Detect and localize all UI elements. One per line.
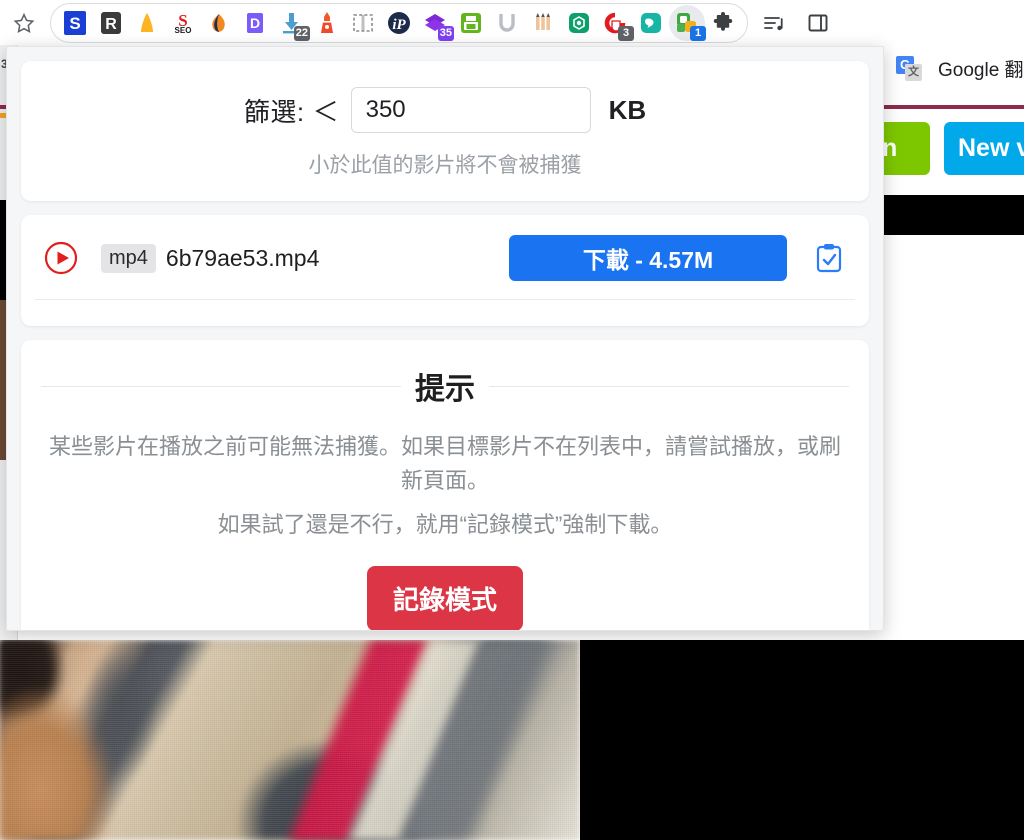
- red-play-circle-icon[interactable]: [43, 240, 79, 276]
- extensions-pinned-pill: S R S SEO D 22 iP 35 3 1: [50, 2, 748, 43]
- record-button-wrap: 記錄模式: [41, 566, 849, 630]
- filter-unit-label: KB: [608, 94, 647, 125]
- screen-root: 3 G文 Google 翻譯 n New v: [0, 0, 1024, 840]
- clipboard-check-icon[interactable]: [811, 240, 847, 276]
- record-mode-button[interactable]: 記錄模式: [366, 566, 523, 630]
- background-black-area: [580, 640, 1024, 840]
- ext-scribe-button[interactable]: S: [57, 5, 93, 41]
- background-blue-button[interactable]: New v: [944, 122, 1024, 175]
- ext-purple-stack-button[interactable]: 35: [417, 5, 454, 41]
- svg-text:SEO: SEO: [175, 26, 192, 35]
- ext-purple-stack-badge: 35: [437, 25, 454, 41]
- ext-stop-hand-badge: 3: [618, 25, 634, 41]
- video-list-item: mp4 6b79ae53.mp4 下載 - 4.57M: [21, 215, 869, 299]
- playlist-music-icon[interactable]: [754, 3, 794, 43]
- ext-video-capture-badge: 1: [690, 25, 706, 41]
- ext-lighthouse-button[interactable]: [309, 5, 345, 41]
- ext-pencils-button[interactable]: [525, 5, 561, 41]
- ext-screenshot-button[interactable]: [345, 5, 381, 41]
- ext-stop-hand-button[interactable]: 3: [597, 5, 634, 41]
- browser-extension-toolbar: S R S SEO D 22 iP 35 3 1: [0, 0, 1024, 45]
- tips-card: 提示 某些影片在播放之前可能無法捕獲。如果目標影片不在列表中，請嘗試播放，或刷新…: [21, 340, 869, 630]
- ext-downloader-badge: 22: [293, 25, 310, 41]
- extensions-puzzle-icon[interactable]: [705, 5, 741, 41]
- background-video-frame: [0, 640, 580, 840]
- video-list-card: mp4 6b79ae53.mp4 下載 - 4.57M: [21, 215, 869, 326]
- google-translate-menu-item[interactable]: G文 Google 翻譯: [896, 55, 1024, 82]
- tips-rule-right: [489, 385, 849, 387]
- filter-hint-text: 小於此值的影片將不會被捕獲: [308, 154, 582, 177]
- video-filename: 6b79ae53.mp4: [165, 244, 320, 271]
- svg-text:D: D: [250, 15, 260, 31]
- download-button[interactable]: 下載 - 4.57M: [509, 235, 787, 281]
- ext-u-tool-button[interactable]: [489, 5, 525, 41]
- ext-downloader-button[interactable]: 22: [273, 5, 310, 41]
- tips-heading: 提示: [41, 364, 849, 408]
- google-translate-icon: G文: [896, 55, 922, 82]
- tips-rule-left: [41, 385, 401, 387]
- ext-d-tool-button[interactable]: D: [237, 5, 273, 41]
- tips-title: 提示: [415, 373, 475, 406]
- svg-text:R: R: [105, 16, 117, 33]
- filter-size-input[interactable]: [350, 87, 591, 133]
- svg-text:S: S: [69, 14, 80, 33]
- filter-label: 篩選:: [243, 96, 305, 127]
- ext-seo-button[interactable]: S SEO: [165, 5, 201, 41]
- background-black-strip: [884, 195, 1024, 235]
- ext-video-capture-button[interactable]: 1: [669, 4, 706, 41]
- google-translate-label: Google 翻譯: [938, 60, 1024, 81]
- ext-hexagon-green-button[interactable]: [561, 5, 597, 41]
- bookmark-star-icon[interactable]: [2, 1, 46, 45]
- tips-paragraph-2: 如果試了還是不行，就用“記錄模式”強制下載。: [217, 512, 673, 538]
- video-format-badge: mp4: [101, 243, 156, 273]
- svg-text:iP: iP: [392, 17, 406, 33]
- video-card-padding: [21, 300, 869, 326]
- ext-orange-bell-button[interactable]: [129, 5, 165, 41]
- ext-ip-lookup-button[interactable]: iP: [381, 5, 417, 41]
- filter-row: 篩選: ＜ KB: [21, 87, 869, 133]
- ext-print-green-button[interactable]: [453, 5, 489, 41]
- toolbar-right-buttons: [754, 3, 838, 43]
- side-panel-icon[interactable]: [798, 3, 838, 43]
- tips-paragraph-1: 某些影片在播放之前可能無法捕獲。如果目標影片不在列表中，請嘗試播放，或刷新頁面。: [48, 434, 841, 494]
- background-green-button[interactable]: n: [878, 122, 930, 175]
- filter-card: 篩選: ＜ KB 小於此值的影片將不會被捕獲: [21, 61, 869, 201]
- filter-comparator-icon: ＜: [312, 96, 339, 127]
- ext-honey-drop-button[interactable]: [201, 5, 237, 41]
- ext-chat-bubble-button[interactable]: [633, 5, 669, 41]
- ext-r-tool-button[interactable]: R: [93, 5, 129, 41]
- video-downloader-popup: 篩選: ＜ KB 小於此值的影片將不會被捕獲 mp4 6b79ae53.mp4: [6, 46, 884, 631]
